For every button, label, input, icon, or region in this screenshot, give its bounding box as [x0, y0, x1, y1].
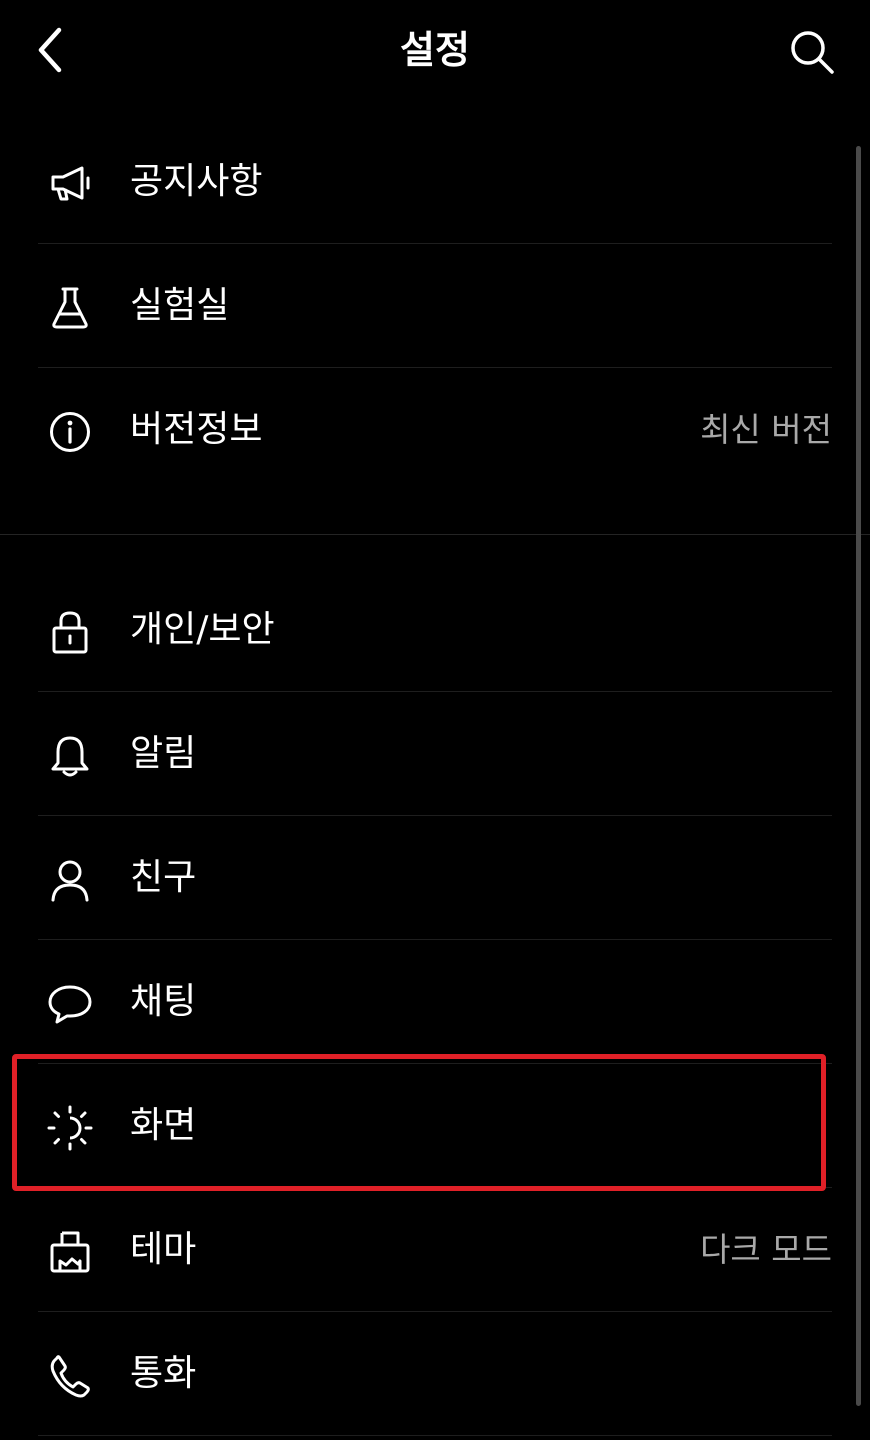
- divider: [38, 939, 832, 940]
- highlight-box: [12, 1054, 826, 1191]
- megaphone-icon: [44, 158, 96, 210]
- section-divider: [0, 534, 870, 535]
- settings-item-lab[interactable]: 실험실: [0, 245, 852, 367]
- settings-item-theme[interactable]: 테마 다크 모드: [0, 1189, 852, 1311]
- settings-item-version[interactable]: 버전정보 최신 버전: [0, 369, 852, 491]
- page-title: 설정: [400, 28, 470, 72]
- divider: [38, 367, 832, 368]
- scrollbar[interactable]: [856, 146, 861, 1406]
- version-status-value: 최신 버전: [700, 410, 832, 449]
- divider: [38, 691, 832, 692]
- divider: [38, 1435, 832, 1436]
- settings-item-label: 알림: [130, 733, 197, 774]
- settings-item-label: 실험실: [130, 285, 230, 326]
- divider: [38, 243, 832, 244]
- divider: [38, 815, 832, 816]
- settings-item-label: 버전정보: [130, 409, 263, 450]
- chat-bubble-icon: [44, 978, 96, 1030]
- search-icon: [791, 31, 834, 74]
- info-icon: [44, 406, 96, 458]
- settings-item-label: 채팅: [130, 981, 197, 1022]
- settings-item-notifications[interactable]: 알림: [0, 693, 852, 815]
- settings-item-label: 개인/보안: [130, 609, 275, 650]
- settings-item-label: 친구: [130, 857, 197, 898]
- settings-item-privacy-security[interactable]: 개인/보안: [0, 569, 852, 691]
- search-button[interactable]: [782, 22, 842, 82]
- paint-brush-icon: [44, 1226, 96, 1278]
- flask-icon: [44, 282, 96, 334]
- settings-item-label: 통화: [130, 1353, 197, 1394]
- theme-value: 다크 모드: [700, 1230, 832, 1269]
- settings-item-chat[interactable]: 채팅: [0, 941, 852, 1063]
- top-app-bar: 설정: [0, 0, 870, 104]
- phone-icon: [44, 1350, 96, 1402]
- settings-item-label: 테마: [130, 1229, 197, 1270]
- person-icon: [44, 854, 96, 906]
- bell-icon: [44, 730, 96, 782]
- settings-item-label: 공지사항: [130, 161, 263, 202]
- settings-item-notice[interactable]: 공지사항: [0, 121, 852, 243]
- lock-icon: [44, 606, 96, 658]
- settings-item-friends[interactable]: 친구: [0, 817, 852, 939]
- settings-item-call[interactable]: 통화: [0, 1313, 852, 1435]
- divider: [38, 1311, 832, 1312]
